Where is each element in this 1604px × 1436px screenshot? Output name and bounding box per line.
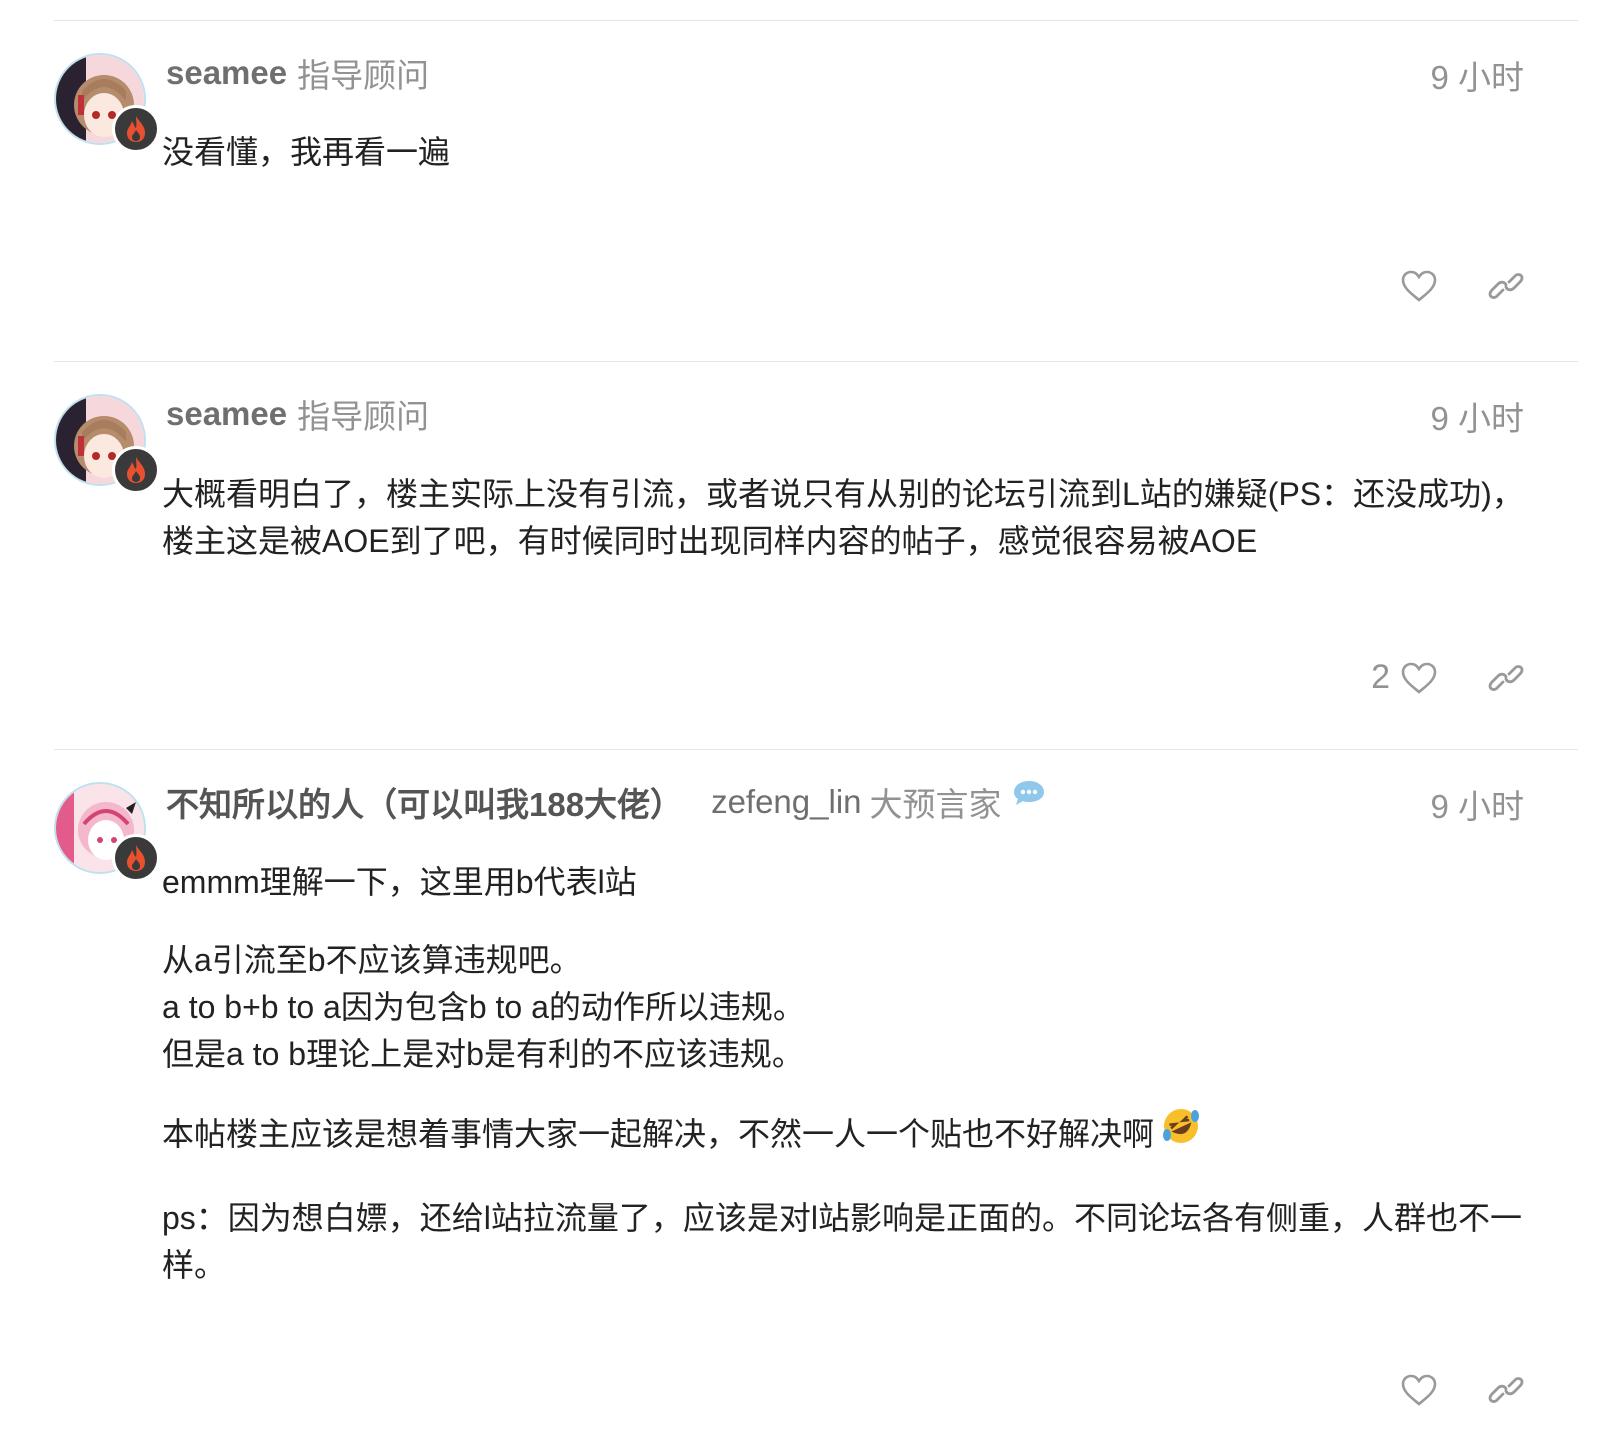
post-author: 不知所以的人（可以叫我188大佬） zefeng_lin 大预言家 xyxy=(166,778,1046,826)
user-title: 指导顾问 xyxy=(297,398,430,435)
link-icon xyxy=(1488,273,1524,299)
post-time[interactable]: 9 小时 xyxy=(1430,51,1524,99)
avatar[interactable] xyxy=(54,782,160,882)
avatar[interactable] xyxy=(54,394,160,494)
post-paragraph: 从a引流至b不应该算违规吧。 xyxy=(162,942,582,978)
post-actions: 2 xyxy=(1371,658,1524,697)
post-paragraph: a to b+b to a因为包含b to a的动作所以违规。 xyxy=(162,989,805,1025)
username-link[interactable]: zefeng_lin xyxy=(711,783,861,821)
post-paragraph: 没看懂，我再看一遍 xyxy=(162,134,451,170)
avatar[interactable] xyxy=(54,53,160,153)
post-actions xyxy=(1400,269,1524,303)
post-author: seamee 指导顾问 xyxy=(166,49,429,97)
link-icon xyxy=(1488,1377,1524,1403)
share-link-button[interactable] xyxy=(1488,270,1524,302)
fire-icon xyxy=(112,105,160,153)
rofl-emoji xyxy=(1160,1105,1202,1160)
heart-icon xyxy=(1401,662,1437,694)
post-paragraph: 但是a to b理论上是对b是有利的不应该违规。 xyxy=(162,1036,804,1072)
user-full-name[interactable]: 不知所以的人（可以叫我188大佬） xyxy=(166,778,683,826)
post-body: 没看懂，我再看一遍 xyxy=(162,129,1534,207)
post-body: emmm理解一下，这里用b代表l站 从a引流至b不应该算违规吧。 a to b+… xyxy=(162,859,1534,1320)
heart-icon xyxy=(1401,270,1437,302)
post-paragraph: emmm理解一下，这里用b代表l站 xyxy=(162,864,637,900)
post-actions xyxy=(1400,1373,1524,1407)
post-1: seamee 指导顾问 9 小时 没看懂，我再看一遍 xyxy=(54,20,1578,361)
user-title: 指导顾问 xyxy=(297,57,430,94)
like-button[interactable] xyxy=(1400,661,1438,695)
share-link-button[interactable] xyxy=(1488,662,1524,694)
user-title: 大预言家 xyxy=(869,786,1002,823)
like-count[interactable]: 2 xyxy=(1371,658,1390,697)
post-time[interactable]: 9 小时 xyxy=(1430,780,1524,828)
like-button[interactable] xyxy=(1400,269,1438,303)
username-link[interactable]: seamee xyxy=(166,54,287,92)
username-link[interactable]: seamee xyxy=(166,395,287,433)
post-body: 大概看明白了，楼主实际上没有引流，或者说只有从别的论坛引流到L站的嫌疑(PS：还… xyxy=(162,471,1534,596)
link-icon xyxy=(1488,664,1524,691)
post-paragraph: 大概看明白了，楼主实际上没有引流，或者说只有从别的论坛引流到L站的嫌疑(PS：还… xyxy=(162,476,1524,559)
fire-icon xyxy=(112,446,160,494)
post-paragraph-text: 本帖楼主应该是想着事情大家一起解决，不然一人一个贴也不好解决啊 xyxy=(162,1115,1155,1152)
post-paragraph: 本帖楼主应该是想着事情大家一起解决，不然一人一个贴也不好解决啊 xyxy=(162,1109,1534,1164)
post-paragraph: ps：因为想白嫖，还给l站拉流量了，应该是对l站影响是正面的。不同论坛各有侧重，… xyxy=(162,1200,1523,1283)
like-button[interactable] xyxy=(1400,1373,1438,1407)
chat-bubble-icon xyxy=(1012,777,1046,815)
fire-icon xyxy=(112,834,160,882)
heart-icon xyxy=(1401,1374,1437,1406)
post-2: seamee 指导顾问 9 小时 大概看明白了，楼主实际上没有引流，或者说只有从… xyxy=(54,361,1578,749)
post-3: 不知所以的人（可以叫我188大佬） zefeng_lin 大预言家 9 小时 e… xyxy=(54,749,1578,1436)
share-link-button[interactable] xyxy=(1488,1374,1524,1406)
post-author: seamee 指导顾问 xyxy=(166,390,429,438)
post-time[interactable]: 9 小时 xyxy=(1430,392,1524,440)
